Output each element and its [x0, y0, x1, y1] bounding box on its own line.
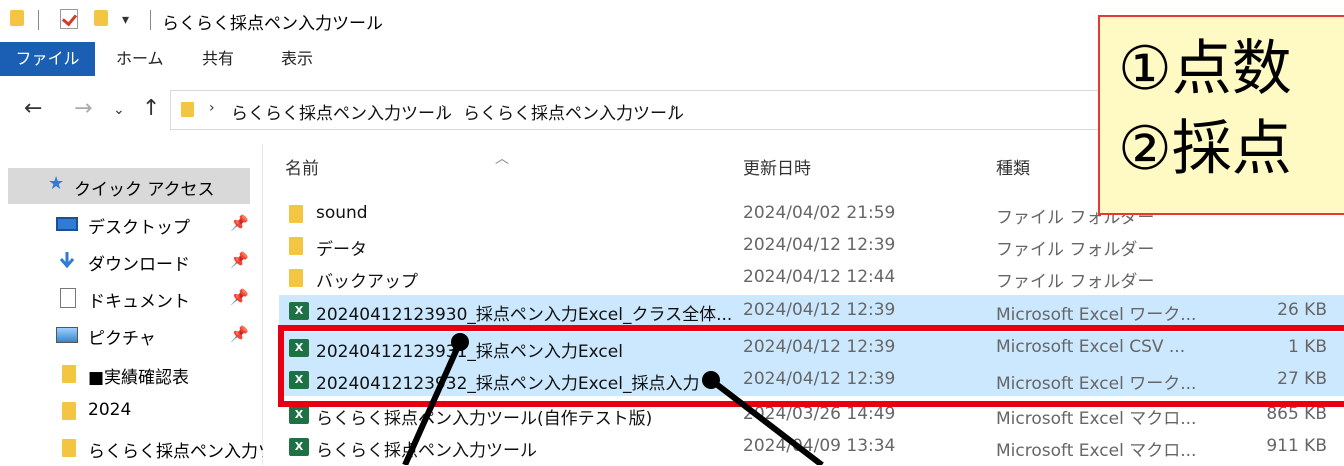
tab-file[interactable]: ファイル: [0, 42, 95, 76]
nav-item-quick-access[interactable]: ★ クイック アクセス: [8, 168, 250, 204]
nav-item-documents[interactable]: ドキュメント 📌: [8, 280, 250, 316]
file-size: 865 KB: [1266, 404, 1327, 424]
file-name: データ: [316, 240, 367, 260]
folder-icon: [62, 365, 76, 383]
file-type: ファイル フォルダー: [996, 272, 1155, 292]
file-name: らくらく採点ペン入力ツール(自作テスト版): [316, 409, 653, 429]
pin-icon[interactable]: 📌: [230, 251, 249, 269]
breadcrumb-chevron-icon[interactable]: ›: [441, 100, 447, 116]
nav-item-label: デスクトップ: [88, 218, 190, 238]
desktop-icon: [56, 217, 78, 231]
highlight-box: [278, 325, 1344, 407]
excel-macro-icon: X: [289, 438, 309, 456]
star-icon: ★: [48, 173, 65, 194]
nav-item-desktop[interactable]: デスクトップ 📌: [8, 206, 250, 242]
nav-item-folder[interactable]: 2024: [8, 393, 250, 429]
up-arrow-icon[interactable]: ↑: [142, 96, 160, 121]
file-name: バックアップ: [316, 272, 418, 292]
quick-access-dropdown-icon[interactable]: ▾: [122, 12, 129, 28]
folder-icon: [289, 237, 303, 255]
nav-item-label: ドキュメント: [88, 292, 190, 312]
pin-icon[interactable]: 📌: [230, 288, 249, 306]
divider: [38, 10, 39, 30]
file-date: 2024/04/12 12:39: [743, 300, 896, 320]
recent-locations-chevron-icon[interactable]: ⌄: [113, 102, 125, 118]
nav-item-label: らくらく採点ペン入力ツ: [88, 442, 275, 462]
nav-item-label: クイック アクセス: [74, 180, 215, 200]
file-size: 26 KB: [1277, 300, 1327, 320]
file-type: Microsoft Excel マクロ...: [996, 409, 1197, 429]
divider: [150, 10, 151, 30]
column-header-label: 名前: [285, 159, 319, 179]
nav-item-folder[interactable]: ■実績確認表: [8, 356, 250, 392]
breadcrumb-chevron-icon[interactable]: ›: [671, 100, 677, 116]
breadcrumb-item[interactable]: らくらく採点ペン入力ツール: [463, 99, 684, 124]
tab-share[interactable]: 共有: [202, 42, 234, 76]
properties-check-icon[interactable]: [60, 9, 78, 29]
file-type: Microsoft Excel マクロ...: [996, 441, 1197, 461]
folder-icon: [62, 439, 76, 457]
file-date: 2024/03/26 14:49: [743, 404, 896, 424]
file-row[interactable]: バックアップ 2024/04/12 12:44 ファイル フォルダー: [279, 262, 1344, 294]
excel-icon: X: [289, 302, 309, 320]
file-row[interactable]: X らくらく採点ペン入力ツール 2024/04/09 13:34 Microso…: [279, 431, 1344, 463]
annotation-line: ①点数: [1118, 34, 1292, 104]
breadcrumb-chevron-icon[interactable]: ›: [209, 100, 215, 116]
nav-item-label: ■実績確認表: [88, 368, 190, 388]
file-type: Microsoft Excel ワーク...: [996, 305, 1197, 325]
pictures-icon: [56, 327, 78, 343]
file-type: ファイル フォルダー: [996, 240, 1155, 260]
column-header-name[interactable]: 名前 ︿: [285, 151, 509, 179]
nav-item-folder[interactable]: らくらく採点ペン入力ツ: [8, 430, 275, 466]
folder-icon: [10, 10, 24, 26]
file-name: らくらく採点ペン入力ツール: [316, 441, 537, 461]
file-date: 2024/04/09 13:34: [743, 436, 896, 456]
excel-macro-icon: X: [289, 406, 309, 424]
pin-icon[interactable]: 📌: [230, 325, 249, 343]
nav-item-downloads[interactable]: ダウンロード 📌: [8, 243, 250, 279]
file-size: 911 KB: [1266, 436, 1327, 456]
nav-item-pictures[interactable]: ピクチャ 📌: [8, 317, 250, 353]
forward-arrow-icon[interactable]: →: [74, 96, 92, 121]
column-header-type[interactable]: 種類: [996, 154, 1030, 179]
navigation-pane: ★ クイック アクセス デスクトップ 📌 ダウンロード 📌 ドキュメント 📌 ピ…: [0, 144, 275, 466]
file-date: 2024/04/02 21:59: [743, 203, 896, 223]
annotation-line: ②採点: [1118, 114, 1292, 184]
folder-icon: [181, 102, 194, 117]
annotation-callout: ①点数 ②採点: [1098, 15, 1344, 215]
nav-item-label: ピクチャ: [88, 329, 156, 349]
tab-home[interactable]: ホーム: [116, 42, 164, 76]
nav-item-label: ダウンロード: [88, 255, 190, 275]
nav-item-label: 2024: [88, 400, 132, 420]
window-title: らくらく採点ペン入力ツール: [162, 14, 383, 34]
new-folder-icon[interactable]: [94, 10, 108, 26]
file-date: 2024/04/12 12:39: [743, 235, 896, 255]
download-arrow-icon: [59, 252, 75, 269]
document-icon: [60, 288, 76, 308]
folder-icon: [62, 402, 76, 420]
sort-ascending-icon: ︿: [495, 151, 509, 167]
file-row[interactable]: データ 2024/04/12 12:39 ファイル フォルダー: [279, 230, 1344, 262]
folder-icon: [289, 269, 303, 287]
file-row[interactable]: X 20240412123930_採点ペン入力Excel_クラス全体... 20…: [279, 295, 1344, 327]
folder-icon: [289, 205, 303, 223]
column-header-date[interactable]: 更新日時: [743, 154, 811, 179]
file-name: 20240412123930_採点ペン入力Excel_クラス全体...: [316, 305, 733, 325]
breadcrumb-item[interactable]: らくらく採点ペン入力ツール: [231, 99, 452, 124]
file-name: sound: [316, 203, 368, 223]
tab-view[interactable]: 表示: [281, 42, 313, 76]
back-arrow-icon[interactable]: ←: [24, 96, 42, 121]
file-date: 2024/04/12 12:44: [743, 267, 896, 287]
pin-icon[interactable]: 📌: [230, 214, 249, 232]
